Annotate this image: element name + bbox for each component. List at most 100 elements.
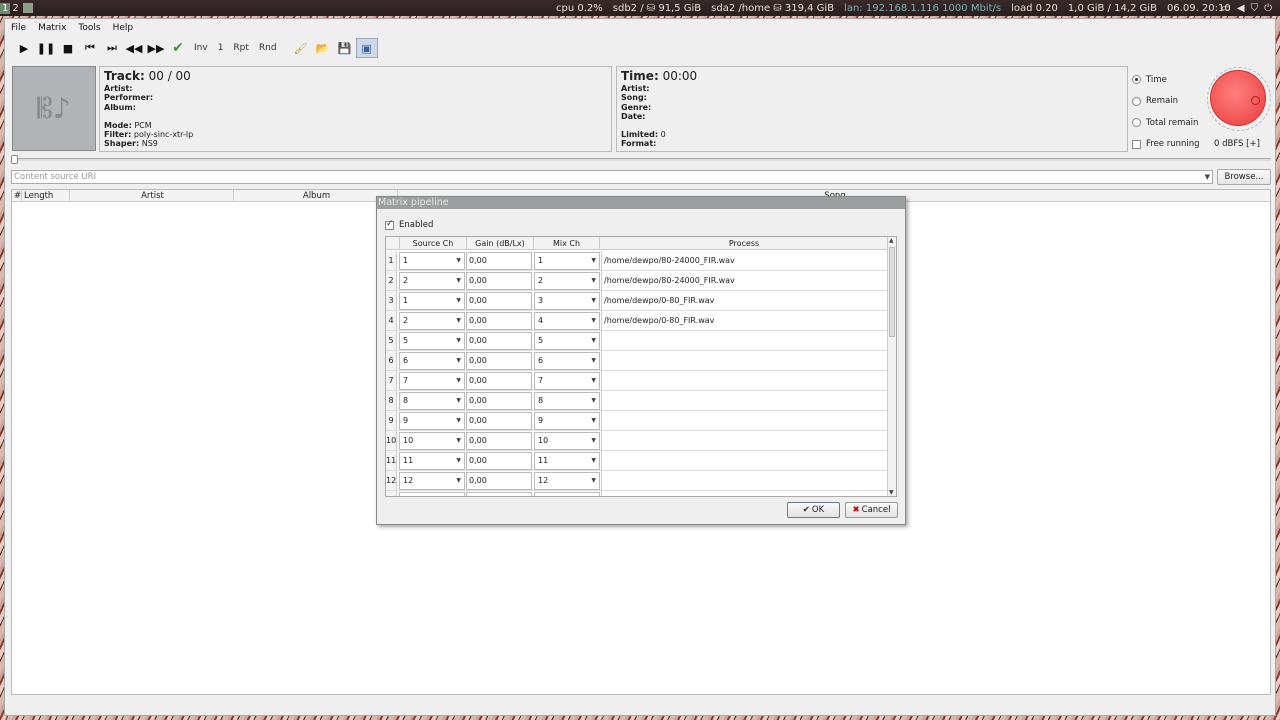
mix-ch-combo[interactable]: 13 ▼ [534, 492, 600, 496]
mix-ch-combo[interactable]: 4 ▼ [534, 312, 600, 330]
source-ch-combo[interactable]: 12 ▼ [399, 472, 465, 490]
single-button[interactable]: 1 [213, 38, 229, 58]
chevron-down-icon[interactable]: ▼ [591, 413, 596, 429]
chevron-down-icon[interactable]: ▼ [591, 373, 596, 389]
process-cell[interactable]: /home/dewpo/0-80_FIR.wav [601, 311, 888, 330]
matrix-row[interactable]: 5 5 ▼ 0,00 5 ▼ [386, 331, 888, 351]
mix-ch-combo[interactable]: 8 ▼ [534, 392, 600, 410]
process-cell[interactable]: /home/dewpo/0-80_FIR.wav [601, 291, 888, 310]
chevron-down-icon[interactable]: ▼ [591, 313, 596, 329]
chevron-down-icon[interactable]: ▼ [591, 393, 596, 409]
chevron-down-icon[interactable]: ▼ [456, 333, 461, 349]
display-toggle-icon[interactable]: ▣ [355, 38, 378, 58]
mix-ch-combo[interactable]: 2 ▼ [534, 272, 600, 290]
gain-input[interactable]: 0,00 [466, 352, 532, 370]
mix-ch-combo[interactable]: 11 ▼ [534, 452, 600, 470]
window-icon[interactable]: ▭ [1221, 3, 1230, 14]
process-cell[interactable] [601, 491, 888, 496]
radio-time[interactable]: Time [1132, 69, 1212, 91]
mix-ch-combo[interactable]: 3 ▼ [534, 292, 600, 310]
fast-forward-icon[interactable]: ▶▶ [145, 38, 167, 58]
matrix-row[interactable]: 4 2 ▼ 0,00 4 ▼/home/dewpo/0-80_FIR.wav [386, 311, 888, 331]
vertical-scrollbar[interactable]: ▲ ▼ [887, 237, 896, 496]
workspace-2[interactable]: 2 [10, 3, 20, 14]
chevron-down-icon[interactable]: ▼ [591, 253, 596, 269]
source-ch-combo[interactable]: 1 ▼ [399, 292, 465, 310]
menu-tools[interactable]: Tools [78, 23, 100, 33]
column-artist[interactable]: Artist [70, 190, 234, 201]
chevron-down-icon[interactable]: ▼ [591, 453, 596, 469]
gain-input[interactable]: 0,00 [466, 332, 532, 350]
chevron-down-icon[interactable]: ▼ [591, 353, 596, 369]
process-cell[interactable] [601, 371, 888, 390]
gain-input[interactable]: 0,00 [466, 252, 532, 270]
radio-total-remain[interactable]: Total remain [1132, 112, 1212, 134]
chevron-down-icon[interactable]: ▼ [591, 273, 596, 289]
gain-input[interactable]: 0,00 [466, 452, 532, 470]
browse-button[interactable]: Browse... [1217, 169, 1271, 185]
chevron-down-icon[interactable]: ▼ [456, 353, 461, 369]
mix-ch-combo[interactable]: 7 ▼ [534, 372, 600, 390]
source-ch-combo[interactable]: 2 ▼ [399, 312, 465, 330]
mix-ch-combo[interactable]: 6 ▼ [534, 352, 600, 370]
clear-icon[interactable]: 🖌 [290, 38, 312, 58]
shield-icon[interactable]: ⛉ [1251, 3, 1259, 14]
chevron-down-icon[interactable]: ▼ [456, 493, 461, 496]
matrix-row[interactable]: 7 7 ▼ 0,00 7 ▼ [386, 371, 888, 391]
repeat-button[interactable]: Rpt [228, 38, 254, 58]
source-ch-combo[interactable]: 13 ▼ [399, 492, 465, 496]
chevron-down-icon[interactable]: ▼ [456, 433, 461, 449]
scroll-down-icon[interactable]: ▼ [889, 489, 894, 496]
chevron-down-icon[interactable]: ▼ [456, 473, 461, 489]
source-ch-combo[interactable]: 1 ▼ [399, 252, 465, 270]
matrix-row[interactable]: 9 9 ▼ 0,00 9 ▼ [386, 411, 888, 431]
chevron-down-icon[interactable]: ▼ [591, 433, 596, 449]
column-album[interactable]: Album [234, 190, 398, 201]
gain-input[interactable]: 0,00 [466, 472, 532, 490]
menu-help[interactable]: Help [113, 23, 134, 33]
column-number[interactable]: # [12, 190, 22, 201]
matrix-table[interactable]: Source Ch Gain (dB/Lx) Mix Ch Process 11… [385, 236, 897, 497]
stop-icon[interactable]: ■ [57, 38, 79, 58]
rewind-icon[interactable]: ◀◀ [123, 38, 145, 58]
radio-remain[interactable]: Remain [1132, 91, 1212, 113]
mix-ch-combo[interactable]: 10 ▼ [534, 432, 600, 450]
seek-bar[interactable] [11, 155, 1271, 164]
radio-indicator[interactable] [1132, 118, 1141, 128]
cancel-button[interactable]: ✖ Cancel [845, 502, 898, 518]
gain-input[interactable]: 0,00 [466, 312, 532, 330]
chevron-down-icon[interactable]: ▼ [456, 393, 461, 409]
chevron-down-icon[interactable]: ▼ [591, 333, 596, 349]
next-track-icon[interactable]: ⏭ [101, 38, 123, 58]
process-cell[interactable] [601, 351, 888, 370]
matrix-row[interactable]: 11 11 ▼ 0,00 11 ▼ [386, 451, 888, 471]
chevron-down-icon[interactable]: ▼ [591, 293, 596, 309]
chevron-down-icon[interactable]: ▼ [456, 293, 461, 309]
workspace-1[interactable]: 1 [0, 2, 11, 14]
chevron-down-icon[interactable]: ▼ [456, 453, 461, 469]
matrix-row[interactable]: 8 8 ▼ 0,00 8 ▼ [386, 391, 888, 411]
chevron-down-icon[interactable]: ▼ [456, 313, 461, 329]
chevron-down-icon[interactable]: ▼ [456, 273, 461, 289]
source-ch-combo[interactable]: 11 ▼ [399, 452, 465, 470]
matrix-row[interactable]: 2 2 ▼ 0,00 2 ▼/home/dewpo/80-24000_FIR.wav [386, 271, 888, 291]
process-cell[interactable] [601, 331, 888, 350]
matrix-row[interactable]: 12 12 ▼ 0,00 12 ▼ [386, 471, 888, 491]
process-cell[interactable] [601, 391, 888, 410]
process-cell[interactable]: /home/dewpo/80-24000_FIR.wav [601, 271, 888, 290]
source-ch-combo[interactable]: 5 ▼ [399, 332, 465, 350]
invert-button[interactable]: Inv [189, 38, 213, 58]
source-ch-combo[interactable]: 10 ▼ [399, 432, 465, 450]
source-ch-combo[interactable]: 2 ▼ [399, 272, 465, 290]
save-icon[interactable]: 💾 [334, 38, 356, 58]
radio-indicator[interactable] [1132, 75, 1141, 85]
chevron-down-icon[interactable]: ▼ [456, 413, 461, 429]
source-ch-combo[interactable]: 7 ▼ [399, 372, 465, 390]
gain-input[interactable]: 0,00 [466, 272, 532, 290]
previous-track-icon[interactable]: ⏮ [79, 38, 101, 58]
chevron-down-icon[interactable]: ▼ [1205, 171, 1210, 183]
gain-input[interactable]: 0,00 [466, 492, 532, 496]
open-folder-icon[interactable]: 📂 [312, 38, 334, 58]
menu-matrix[interactable]: Matrix [38, 23, 66, 33]
scroll-thumb[interactable] [889, 247, 895, 337]
